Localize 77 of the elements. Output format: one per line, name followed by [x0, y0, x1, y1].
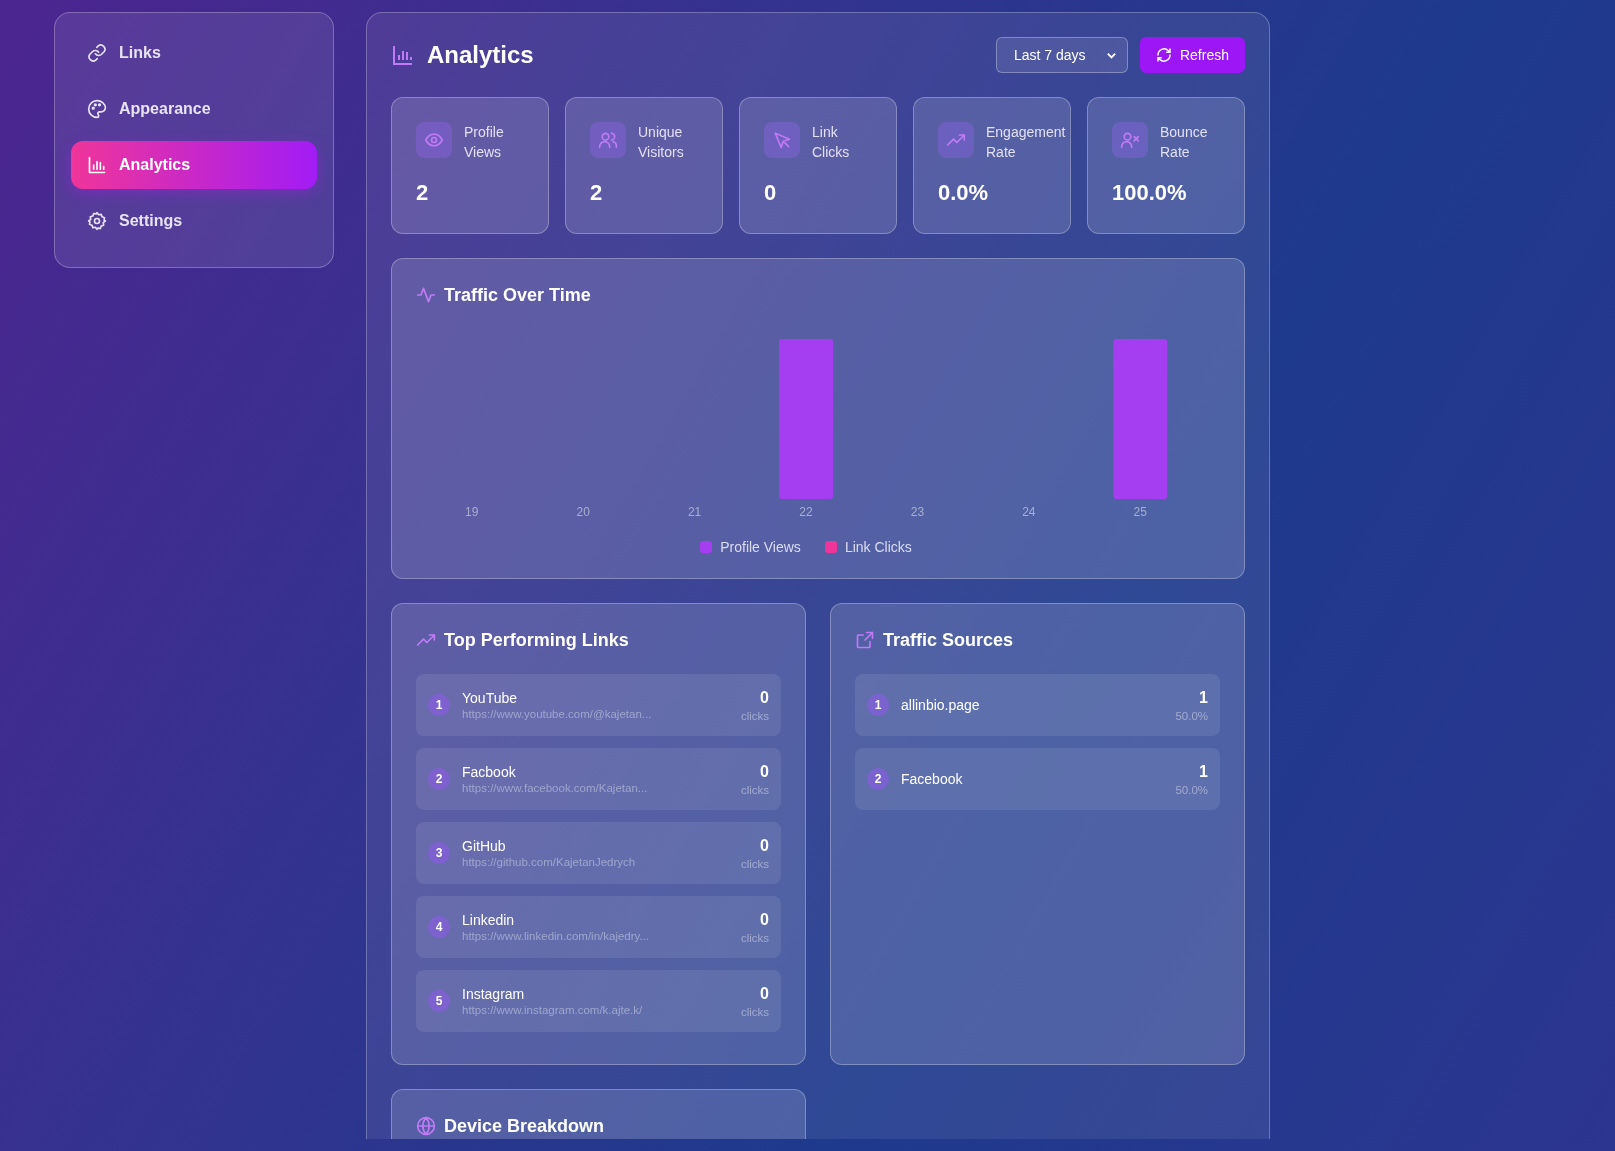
- refresh-button[interactable]: Refresh: [1139, 37, 1245, 73]
- link-name: Instagram: [462, 986, 526, 1002]
- rank-badge: 1: [867, 694, 889, 716]
- bar-chart-icon: [391, 43, 415, 67]
- rank-badge: 2: [428, 768, 450, 790]
- visit-share: 50.0%: [1175, 709, 1208, 722]
- link-name: Linkedin: [462, 912, 516, 928]
- stat-value: 2: [416, 180, 430, 206]
- stat-value: 2: [590, 180, 604, 206]
- user-x-icon: [1112, 122, 1148, 158]
- cursor-icon: [764, 122, 800, 158]
- visit-share: 50.0%: [1175, 783, 1208, 796]
- axis-label: 20: [575, 505, 591, 519]
- axis-label: 22: [798, 505, 814, 519]
- rank-badge: 3: [428, 842, 450, 864]
- link-url: https://www.linkedin.com/in/kajedry...: [462, 930, 651, 942]
- stat-label: Profile Views: [464, 123, 504, 162]
- link-name: YouTube: [462, 690, 518, 706]
- pulse-icon: [416, 285, 436, 305]
- source-name: allinbio.page: [901, 697, 981, 713]
- legend-label: Profile Views: [720, 539, 801, 555]
- source-name: Facebook: [901, 771, 964, 787]
- refresh-icon: [1155, 47, 1172, 63]
- axis-label: 25: [1132, 505, 1148, 519]
- click-unit: clicks: [740, 783, 769, 796]
- stat-label: Engagement Rate: [986, 123, 1066, 162]
- link-icon: [87, 43, 107, 63]
- external-link-icon: [855, 630, 875, 650]
- sidebar-item[interactable]: Analytics: [71, 141, 317, 189]
- stat-value: 0: [764, 180, 778, 206]
- users-icon: [590, 122, 626, 158]
- stat-label: Link Clicks: [812, 123, 850, 162]
- click-unit: clicks: [740, 1005, 769, 1018]
- legend-label: Link Clicks: [844, 539, 912, 555]
- rank-badge: 1: [428, 694, 450, 716]
- link-url: https://www.youtube.com/@kajetan...: [462, 708, 653, 720]
- card-title: Traffic Sources: [883, 629, 1014, 651]
- link-url: https://www.facebook.com/Kajetan...: [462, 782, 649, 794]
- link-name: Facbook: [462, 764, 517, 780]
- click-count: 0: [760, 984, 769, 1003]
- link-name: GitHub: [462, 838, 507, 854]
- click-count: 0: [760, 836, 769, 855]
- axis-label: 19: [464, 505, 480, 519]
- sidebar-item[interactable]: Appearance: [71, 85, 317, 133]
- stat-value: 100.0%: [1112, 180, 1188, 206]
- rank-badge: 2: [867, 768, 889, 790]
- bar-chart-icon: [87, 155, 107, 175]
- globe-icon: [416, 1116, 436, 1136]
- link-url: https://www.instagram.com/k.ajte.k/: [462, 1004, 644, 1016]
- rank-badge: 5: [428, 990, 450, 1012]
- date-range-select[interactable]: Last 7 days: [995, 37, 1128, 73]
- page-title: Analytics: [427, 41, 534, 69]
- stat-label: Unique Visitors: [638, 123, 684, 162]
- trend-up-icon: [938, 122, 974, 158]
- settings-icon: [87, 211, 107, 231]
- axis-label: 24: [1021, 505, 1037, 519]
- eye-icon: [416, 122, 452, 158]
- click-count: 0: [760, 688, 769, 707]
- visit-count: 1: [1199, 762, 1208, 781]
- click-count: 0: [760, 762, 769, 781]
- visit-count: 1: [1199, 688, 1208, 707]
- axis-label: 21: [686, 505, 703, 519]
- click-unit: clicks: [740, 931, 769, 944]
- stat-label: Bounce Rate: [1160, 123, 1208, 162]
- palette-icon: [87, 99, 107, 119]
- card-title: Traffic Over Time: [444, 284, 591, 306]
- click-count: 0: [760, 910, 769, 929]
- card-title: Device Breakdown: [444, 1115, 605, 1137]
- click-unit: clicks: [740, 857, 769, 870]
- sidebar-item[interactable]: Settings: [71, 197, 317, 245]
- rank-badge: 4: [428, 916, 450, 938]
- card-title: Top Performing Links: [444, 629, 629, 651]
- sidebar-item[interactable]: Links: [71, 29, 317, 77]
- axis-label: 23: [909, 505, 926, 519]
- link-url: https://github.com/KajetanJedrych: [462, 856, 637, 868]
- click-unit: clicks: [740, 709, 769, 722]
- stat-value: 0.0%: [938, 180, 990, 206]
